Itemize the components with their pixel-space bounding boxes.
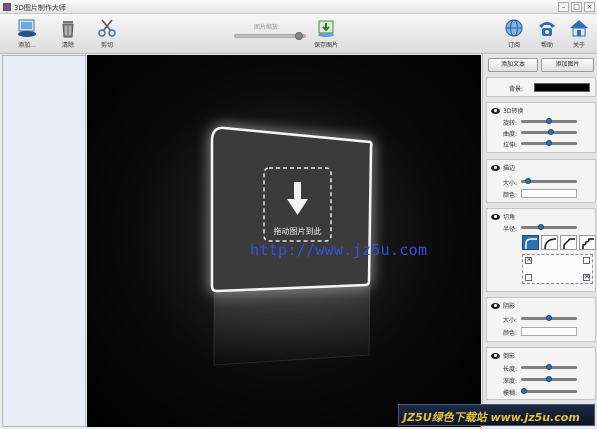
- rotate-visibility-eye-icon[interactable]: [491, 107, 500, 114]
- window-controls: – □ ×: [558, 2, 595, 12]
- reflection-length-label: 长度:: [502, 366, 517, 373]
- shadow-color-swatch[interactable]: [521, 327, 577, 336]
- reflection-depth-slider-knob[interactable]: [546, 376, 552, 382]
- border-title: 描边: [503, 165, 516, 172]
- window-title: 3D图片制作大师: [14, 4, 66, 12]
- border-section: 描边 大小: 颜色:: [486, 159, 596, 203]
- app-icon: [3, 3, 11, 11]
- border-color-swatch[interactable]: [521, 189, 577, 198]
- save-image-icon: [318, 20, 334, 37]
- add-image-icon: [18, 19, 36, 37]
- thumbnail-list[interactable]: [2, 55, 86, 427]
- frame-border: [210, 126, 373, 293]
- reflection-depth-slider[interactable]: [521, 376, 577, 382]
- about-button[interactable]: 关于: [562, 18, 596, 49]
- minimize-button[interactable]: –: [558, 2, 569, 12]
- shadow-size-slider[interactable]: [521, 315, 577, 321]
- reflection-blur-label: 模糊:: [502, 390, 517, 397]
- phone-icon: [539, 22, 555, 36]
- reflection-depth-label: 深度:: [502, 378, 517, 385]
- rotate-label: 旋转:: [502, 120, 517, 127]
- border-size-slider-knob[interactable]: [525, 178, 531, 184]
- clear-button[interactable]: 清除: [51, 18, 85, 49]
- add-image-button[interactable]: 添加图片: [541, 58, 594, 72]
- reflection-length-slider-knob[interactable]: [546, 364, 552, 370]
- corner-selector: ✕ ✕: [522, 254, 593, 284]
- corner-bottom-left-checkbox[interactable]: [525, 274, 532, 281]
- corner-radius-label: 半径:: [502, 226, 517, 233]
- reflection-title: 倒影: [503, 353, 516, 360]
- stretch-label: 拉伸:: [502, 142, 517, 149]
- background-color-swatch[interactable]: [534, 83, 590, 92]
- corner-top-right-checkbox[interactable]: [583, 257, 590, 264]
- title-bar: 3D图片制作大师 – □ ×: [0, 0, 597, 14]
- corner-bottom-right-checkbox[interactable]: ✕: [583, 274, 590, 281]
- watermark-url: http://www.jz5u.com: [250, 241, 428, 259]
- corner-section: 切角 半径: ✕ ✕: [486, 208, 596, 292]
- corner-title: 切角: [503, 214, 516, 221]
- close-button[interactable]: ×: [584, 2, 595, 12]
- corner-top-left-checkbox[interactable]: ✕: [525, 257, 532, 264]
- rotate-section: 3D转换 旋转: 曲度: 拉伸:: [486, 102, 596, 153]
- reflection-section: 倒影 长度: 深度: 模糊:: [486, 347, 596, 400]
- preview-canvas[interactable]: 拖动图片到此 http://www.jz5u.com: [87, 55, 481, 427]
- background-label: 背景:: [509, 86, 524, 93]
- reflection-length-slider[interactable]: [521, 364, 577, 370]
- curve-slider-knob[interactable]: [548, 129, 554, 135]
- corner-style-round-button[interactable]: [522, 235, 539, 250]
- shadow-size-label: 大小:: [502, 317, 517, 324]
- toolbar: 添加... 清除 剪切 图片缩放: 保存图片 订阅 帮助 关于: [0, 14, 597, 54]
- rotate-title: 3D转换: [503, 108, 524, 115]
- border-size-slider[interactable]: [521, 178, 577, 184]
- corner-radius-slider-knob[interactable]: [538, 224, 544, 230]
- shadow-size-slider-knob[interactable]: [546, 315, 552, 321]
- zoom-label: 图片缩放:: [254, 24, 281, 31]
- corner-radius-slider[interactable]: [521, 224, 577, 230]
- shadow-visibility-eye-icon[interactable]: [491, 302, 500, 309]
- home-icon: [570, 20, 588, 37]
- corner-style-bevel-button[interactable]: [560, 235, 577, 250]
- rotate-slider-knob[interactable]: [546, 118, 552, 124]
- add-button[interactable]: 添加...: [10, 18, 44, 49]
- zoom-slider[interactable]: [234, 32, 306, 40]
- stretch-slider[interactable]: [521, 140, 577, 146]
- scissors-icon: [98, 19, 116, 37]
- background-section: 背景:: [486, 77, 596, 97]
- cut-button[interactable]: 剪切: [90, 18, 124, 49]
- property-panel: 添加文本 添加图片 背景: 3D转换 旋转: 曲度: 拉伸: 描边 大小: 颜色…: [482, 55, 597, 427]
- add-text-button[interactable]: 添加文本: [488, 58, 538, 72]
- zoom-slider-thumb[interactable]: [295, 32, 303, 40]
- curve-slider[interactable]: [521, 129, 577, 135]
- corner-style-round-outer-button[interactable]: [541, 235, 558, 250]
- corner-style-group: [522, 235, 596, 250]
- curve-label: 曲度:: [502, 131, 517, 138]
- reflection-visibility-eye-icon[interactable]: [491, 352, 500, 359]
- maximize-button[interactable]: □: [571, 2, 582, 12]
- corner-visibility-eye-icon[interactable]: [491, 213, 500, 220]
- rotate-slider[interactable]: [521, 118, 577, 124]
- shadow-section: 阴影 大小: 颜色:: [486, 297, 596, 342]
- reflection-blur-slider-knob[interactable]: [521, 388, 527, 394]
- drop-hint: 拖动图片到此: [273, 227, 322, 236]
- shadow-color-label: 颜色:: [502, 330, 517, 337]
- reflection-blur-slider[interactable]: [521, 388, 577, 394]
- stretch-slider-knob[interactable]: [546, 140, 552, 146]
- help-button[interactable]: 帮助: [530, 18, 564, 49]
- border-color-label: 颜色:: [502, 192, 517, 199]
- shadow-title: 阴影: [503, 303, 516, 310]
- save-image-button[interactable]: 保存图片: [309, 18, 343, 49]
- trash-icon: [62, 21, 74, 38]
- corner-style-step-button[interactable]: [579, 235, 596, 250]
- site-watermark-banner: JZ5U绿色下载站 www.jz5u.com: [398, 404, 595, 426]
- subscribe-button[interactable]: 订阅: [497, 18, 531, 49]
- border-visibility-eye-icon[interactable]: [491, 164, 500, 171]
- border-size-label: 大小:: [502, 180, 517, 187]
- globe-icon: [505, 19, 523, 37]
- site-watermark-text: JZ5U绿色下载站 www.jz5u.com: [403, 411, 580, 424]
